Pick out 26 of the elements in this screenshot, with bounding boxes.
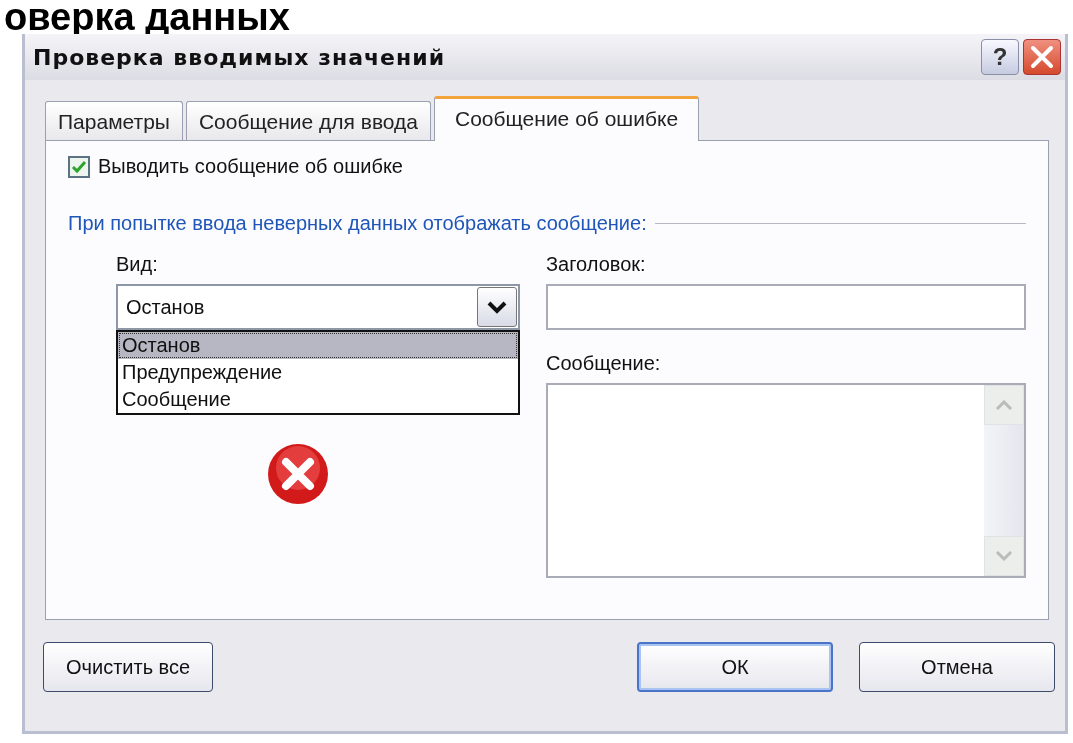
- checkbox-label: Выводить сообщение об ошибке: [98, 155, 403, 178]
- dropdown-option[interactable]: Сообщение: [118, 386, 518, 413]
- close-icon: [1029, 44, 1055, 70]
- ok-button[interactable]: ОК: [637, 642, 833, 692]
- tab[interactable]: Сообщение для ввода: [185, 101, 431, 140]
- scroll-down-icon[interactable]: [984, 536, 1024, 576]
- close-button[interactable]: [1023, 39, 1061, 75]
- checkbox[interactable]: [68, 155, 90, 178]
- error-icon: [266, 442, 330, 506]
- dropdown-option[interactable]: Останов: [118, 332, 518, 359]
- slide-title: оверка данных: [3, 0, 291, 34]
- tab[interactable]: Сообщение об ошибке: [434, 96, 700, 141]
- title-field[interactable]: [546, 284, 1026, 330]
- scroll-up-icon[interactable]: [984, 385, 1024, 425]
- style-dropdown[interactable]: Останов: [116, 284, 520, 330]
- clear-button[interactable]: Очистить все: [43, 642, 214, 692]
- window-title: Проверка вводимых значений: [33, 44, 447, 70]
- tab[interactable]: Параметры: [45, 101, 183, 140]
- message-field[interactable]: [546, 383, 1026, 578]
- dropdown-option[interactable]: Предупреждение: [118, 359, 518, 386]
- cancel-button[interactable]: Отмена: [859, 642, 1055, 692]
- field-label: Сообщение:: [546, 352, 662, 375]
- field-label: Заголовок:: [546, 253, 647, 276]
- group-title: При попытке ввода неверных данных отображать сообщение:: [68, 212, 647, 235]
- field-label: Вид:: [116, 253, 159, 276]
- help-button[interactable]: ?: [981, 39, 1019, 75]
